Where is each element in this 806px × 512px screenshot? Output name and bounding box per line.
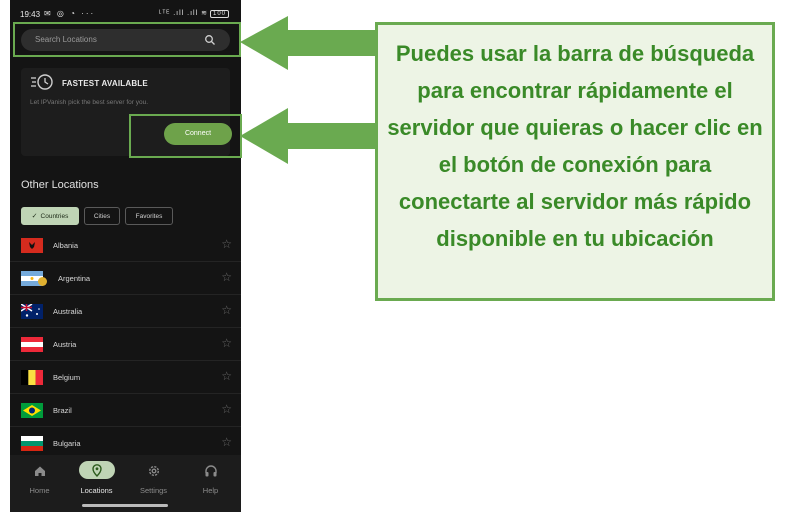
fastest-subtitle: Let IPVanish pick the best server for yo…: [30, 99, 149, 106]
filter-countries-label: Countries: [40, 213, 69, 220]
list-item[interactable]: Australia ☆: [10, 296, 241, 328]
other-locations-heading: Other Locations: [21, 179, 99, 191]
albania-flag-icon: [21, 238, 43, 253]
filter-favorites[interactable]: Favorites: [125, 207, 173, 225]
gesture-bar: [82, 504, 168, 507]
country-name: Brazil: [53, 406, 72, 415]
brazil-flag-icon: [21, 403, 43, 418]
bulgaria-flag-icon: [21, 436, 43, 451]
nav-help-label: Help: [202, 486, 219, 495]
arrow-to-search: [240, 16, 378, 70]
favorite-star-icon[interactable]: ☆: [221, 237, 232, 251]
check-icon: ✓: [31, 213, 38, 220]
list-item[interactable]: Austria ☆: [10, 329, 241, 361]
wifi-icon: ≋: [201, 10, 208, 17]
home-icon: [34, 466, 45, 476]
belgium-flag-icon: [21, 370, 43, 385]
arrow-to-connect: [240, 108, 378, 164]
favorite-star-icon[interactable]: ☆: [221, 369, 232, 383]
country-name: Belgium: [53, 373, 81, 382]
austria-flag-icon: [21, 337, 43, 352]
nav-locations[interactable]: Locations: [68, 455, 125, 505]
country-name: Argentina: [58, 274, 91, 283]
connect-highlight-box: [129, 114, 242, 158]
country-name: Bulgaria: [53, 439, 81, 448]
country-name: Albania: [53, 241, 79, 250]
gear-icon: [148, 465, 159, 477]
headset-icon: [204, 465, 217, 477]
australia-flag-icon: [21, 304, 43, 319]
country-name: Australia: [53, 307, 83, 316]
location-pin-icon: [38, 277, 47, 286]
nav-home-label: Home: [29, 486, 50, 495]
list-item[interactable]: Brazil ☆: [10, 395, 241, 427]
list-item[interactable]: Belgium ☆: [10, 362, 241, 394]
status-time: 19:43: [20, 10, 41, 19]
callout-text: Puedes usar la barra de búsqueda para en…: [387, 41, 763, 251]
country-name: Austria: [53, 340, 77, 349]
favorite-star-icon[interactable]: ☆: [221, 435, 232, 449]
location-pin-icon: [91, 464, 102, 477]
search-highlight-box: [13, 22, 241, 57]
notification-icons: ✉ ◎ ◔ ···: [44, 9, 96, 18]
nav-help[interactable]: Help: [182, 455, 239, 505]
battery-icon: 100: [209, 10, 229, 18]
nav-settings-label: Settings: [139, 486, 168, 495]
favorite-star-icon[interactable]: ☆: [221, 303, 232, 317]
filter-countries[interactable]: ✓ Countries: [21, 207, 79, 225]
favorite-star-icon[interactable]: ☆: [221, 402, 232, 416]
callout-box: Puedes usar la barra de búsqueda para en…: [375, 22, 775, 301]
bolt-clock-icon: [31, 74, 53, 90]
favorite-star-icon[interactable]: ☆: [221, 270, 232, 284]
fastest-title: FASTEST AVAILABLE: [62, 79, 148, 88]
favorite-star-icon[interactable]: ☆: [221, 336, 232, 350]
list-item[interactable]: Argentina ☆: [10, 263, 241, 295]
signal-icon: ᴸᵀᴱ .ıll .ıll: [158, 10, 199, 17]
list-item[interactable]: Albania ☆: [10, 230, 241, 262]
filter-cities[interactable]: Cities: [84, 207, 120, 225]
signal-icons: ᴸᵀᴱ .ıll .ıll ≋ 100: [159, 9, 229, 18]
phone-screen: 19:43 ✉ ◎ ◔ ··· ᴸᵀᴱ .ıll .ıll ≋ 100 Searc…: [10, 0, 241, 512]
nav-locations-label: Locations: [80, 486, 113, 495]
nav-home[interactable]: Home: [11, 455, 68, 505]
nav-settings[interactable]: Settings: [125, 455, 182, 505]
